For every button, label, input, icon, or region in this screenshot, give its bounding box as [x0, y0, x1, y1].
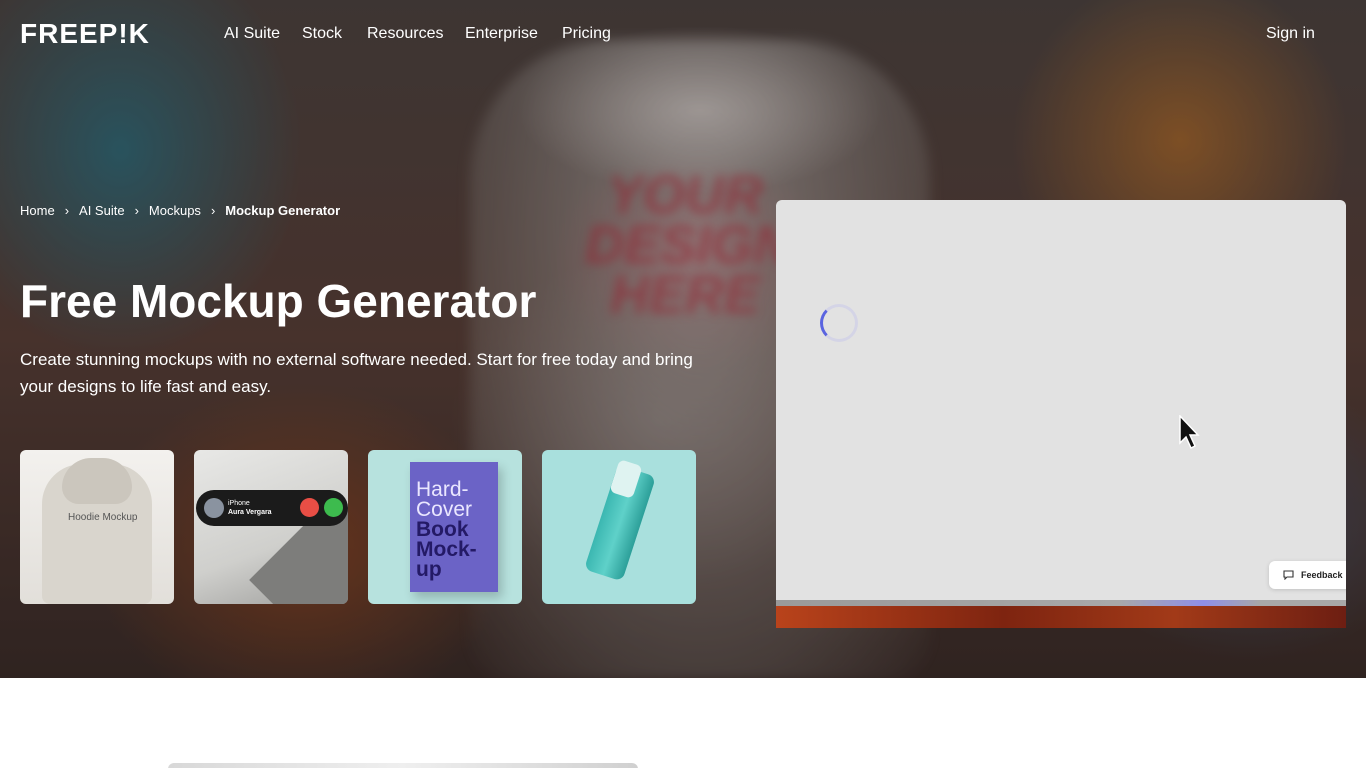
breadcrumb: Home › AI Suite › Mockups › Mockup Gener… — [20, 203, 340, 219]
feedback-label: Feedback — [1301, 570, 1343, 580]
page-title: Free Mockup Generator — [20, 275, 537, 327]
mouse-cursor-icon — [1179, 415, 1200, 450]
phone-call-bar: iPhone Aura Vergara — [196, 490, 348, 526]
bottle-mockup-thumbnail[interactable] — [542, 450, 696, 604]
book-mockup-thumbnail[interactable]: Hard-Cover Book Mock-up — [368, 450, 522, 604]
phone-mockup-thumbnail[interactable]: iPhone Aura Vergara — [194, 450, 348, 604]
loading-progress-bar — [776, 600, 1346, 606]
hoodie-hood-image — [62, 458, 132, 504]
decline-call-icon — [300, 498, 319, 517]
mockup-preview-panel[interactable]: Feedback — [776, 200, 1346, 628]
chevron-right-icon: › — [210, 203, 216, 218]
book-text-light: Hard-Cover — [416, 478, 473, 521]
feedback-button[interactable]: Feedback — [1269, 561, 1346, 589]
book-cover-text: Hard-Cover Book Mock-up — [416, 478, 498, 581]
accept-call-icon — [324, 498, 343, 517]
book-image: Hard-Cover Book Mock-up — [410, 462, 498, 592]
nav-pricing[interactable]: Pricing — [562, 25, 611, 43]
breadcrumb-ai-suite[interactable]: AI Suite — [79, 203, 125, 219]
hoodie-label: Hoodie Mockup — [68, 512, 138, 523]
tshirt-print-text: YOUR DESIGN HERE — [585, 165, 793, 325]
sign-in-link[interactable]: Sign in — [1266, 25, 1315, 43]
freepik-logo[interactable]: FREEP!K — [20, 20, 150, 48]
breadcrumb-current: Mockup Generator — [225, 203, 341, 218]
top-navigation: FREEP!K AI Suite Stock Resources Enterpr… — [0, 0, 1366, 68]
chevron-right-icon: › — [134, 203, 139, 218]
chat-icon — [1283, 570, 1294, 580]
book-text-dark: Book Mock-up — [416, 518, 477, 581]
avatar — [204, 498, 224, 518]
loading-spinner-icon — [820, 304, 858, 342]
nav-resources[interactable]: Resources — [367, 25, 443, 43]
chevron-right-icon: › — [64, 203, 70, 218]
next-section-card — [168, 763, 638, 768]
breadcrumb-mockups[interactable]: Mockups — [149, 203, 201, 219]
caller-name: Aura Vergara — [228, 509, 272, 516]
hoodie-mockup-thumbnail[interactable]: Hoodie Mockup — [20, 450, 174, 604]
nav-enterprise[interactable]: Enterprise — [465, 25, 538, 43]
nav-stock[interactable]: Stock — [302, 25, 342, 43]
caller-info: iPhone Aura Vergara — [228, 499, 272, 517]
nav-ai-suite[interactable]: AI Suite — [224, 25, 280, 43]
page-subtitle: Create stunning mockups with no external… — [20, 350, 693, 396]
breadcrumb-home[interactable]: Home — [20, 203, 55, 219]
caller-label: iPhone — [228, 500, 250, 507]
